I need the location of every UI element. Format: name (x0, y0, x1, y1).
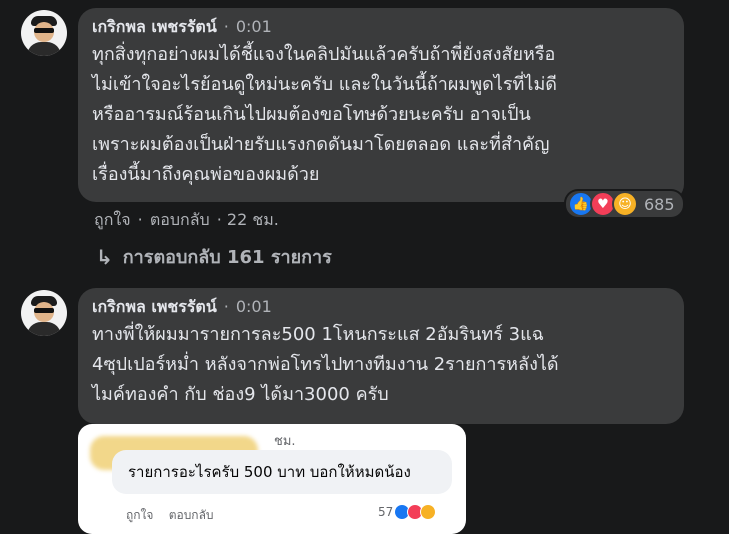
screenshot-reactions: 57 (378, 504, 437, 520)
comment-header: เกริกพล เพชรรัตน์ · 0:01 (92, 16, 670, 38)
comment-time[interactable]: 0:01 (236, 16, 272, 38)
screenshot-actions: ถูกใจ ตอบกลับ (126, 506, 214, 525)
screenshot-reply-label: ตอบกลับ (168, 508, 214, 522)
screenshot-time: ชม. (274, 434, 296, 449)
comment-age[interactable]: · 22 ชม. (217, 210, 279, 229)
reply-arrow-icon: ↳ (96, 244, 113, 269)
reply-link[interactable]: ตอบกลับ (150, 210, 210, 229)
comment-author[interactable]: เกริกพล เพชรรัตน์ (92, 16, 217, 38)
reaction-count: 685 (644, 194, 675, 214)
comment-actions: ถูกใจ · ตอบกลับ · 22 ชม. (94, 208, 281, 233)
replies-label: การตอบกลับ 161 รายการ (122, 247, 332, 268)
comment-time[interactable]: 0:01 (236, 296, 272, 318)
avatar[interactable] (21, 10, 67, 56)
comment-author[interactable]: เกริกพล เพชรรัตน์ (92, 296, 217, 318)
comment-text: ทางพี่ให้ผมมารายการละ500 1โหนกระแส 2อัมร… (92, 324, 559, 405)
reaction-summary[interactable]: 👍 ♥ ☺ 685 (566, 191, 683, 217)
header-separator: · (223, 297, 229, 316)
action-separator: · (137, 210, 143, 229)
haha-icon (420, 504, 437, 520)
screenshot-reaction-count: 57 (378, 505, 394, 519)
header-separator: · (223, 17, 229, 36)
comment-text: ทุกสิ่งทุกอย่างผมได้ชี้แจงในคลิปมันแล้วค… (92, 44, 557, 185)
attached-screenshot[interactable]: ชม. รายการอะไรครับ 500 บาท บอกให้หมดน้อง… (78, 424, 466, 534)
avatar-sunglasses (34, 308, 54, 313)
avatar-sunglasses (34, 28, 54, 33)
view-replies-link[interactable]: ↳ การตอบกลับ 161 รายการ (96, 242, 332, 271)
comment-header: เกริกพล เพชรรัตน์ · 0:01 (92, 296, 670, 318)
care-icon: ☺ (612, 191, 638, 217)
comment-bubble: เกริกพล เพชรรัตน์ · 0:01 ทุกสิ่งทุกอย่าง… (78, 8, 684, 202)
screenshot-comment-text: รายการอะไรครับ 500 บาท บอกให้หมดน้อง (128, 463, 411, 481)
comment-bubble: เกริกพล เพชรรัตน์ · 0:01 ทางพี่ให้ผมมารา… (78, 288, 684, 424)
screenshot-like-label: ถูกใจ (126, 508, 154, 522)
avatar-shirt (27, 322, 61, 336)
avatar[interactable] (21, 290, 67, 336)
like-link[interactable]: ถูกใจ (94, 210, 131, 229)
avatar-shirt (27, 42, 61, 56)
